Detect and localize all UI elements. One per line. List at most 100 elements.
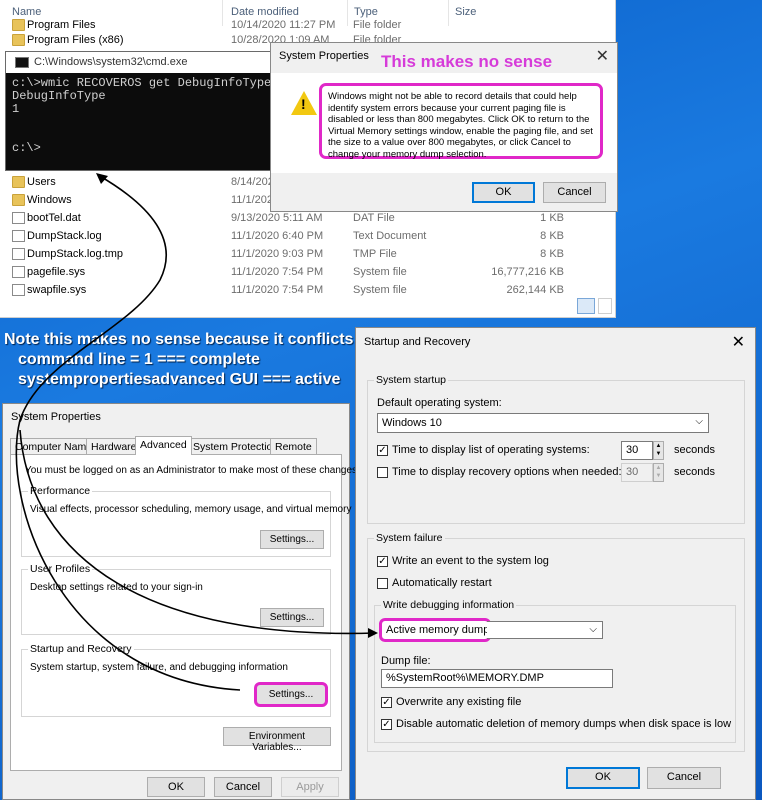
file-name: DumpStack.log.tmp [27,248,123,260]
cmd-title: C:\Windows\system32\cmd.exe [34,56,188,68]
environment-variables-button[interactable]: Environment Variables... [223,727,331,753]
folder-icon [12,194,25,206]
cmd-window[interactable]: C:\Windows\system32\cmd.exe c:\>wmic REC… [5,51,287,171]
default-os-label: Default operating system: [377,397,502,409]
overwrite-label: Overwrite any existing file [396,696,522,708]
time-list-checkbox[interactable]: ✓ [377,445,388,456]
file-type: File folder [353,19,402,31]
tab-hardware[interactable]: Hardware [86,438,142,454]
file-name: pagefile.sys [27,266,86,278]
list-item[interactable]: swapfile.sys 11/1/2020 7:54 PM System fi… [12,282,572,300]
time-recovery-spinner[interactable]: ▲ ▼ [653,463,664,482]
close-icon[interactable]: ✕ [596,46,609,66]
folder-icon [12,34,25,46]
admin-note: You must be logged on as an Administrato… [25,465,360,476]
user-profiles-settings-button[interactable]: Settings... [260,608,324,627]
list-item[interactable]: pagefile.sys 11/1/2020 7:54 PM System fi… [12,264,572,282]
file-size: 16,777,216 KB [491,266,564,278]
close-icon[interactable]: ✕ [732,332,745,352]
dump-file-input[interactable]: %SystemRoot%\MEMORY.DMP [381,669,613,688]
ok-button[interactable]: OK [566,767,640,789]
apply-button[interactable]: Apply [281,777,339,797]
file-icon [12,230,25,242]
group-desc: System startup, system failure, and debu… [30,662,288,673]
performance-settings-button[interactable]: Settings... [260,530,324,549]
file-size: 262,144 KB [506,284,565,296]
time-recovery-input[interactable]: 30 [621,463,653,482]
ok-button[interactable]: OK [472,182,535,203]
file-name: swapfile.sys [27,284,87,296]
time-list-input[interactable]: 30 [621,441,653,460]
tab-computer-name[interactable]: Computer Name [10,438,98,454]
write-event-label: Write an event to the system log [392,555,549,567]
file-date: 11/1/2020 9:03 PM [231,248,324,260]
auto-restart-label: Automatically restart [392,577,492,589]
advanced-tab-panel: You must be logged on as an Administrato… [10,454,360,771]
list-item[interactable]: bootTel.dat 9/13/2020 5:11 AM DAT File 1… [12,210,572,228]
ok-button[interactable]: OK [147,777,205,797]
cmd-title-bar[interactable]: C:\Windows\system32\cmd.exe [6,52,286,73]
folder-icon [12,176,25,188]
file-name: Users [27,176,56,188]
file-icon [12,248,25,260]
tab-system-protection[interactable]: System Protection [188,438,284,454]
system-properties-dialog: System Properties Computer Name Hardware… [2,403,360,800]
file-size: 8 KB [540,230,564,242]
file-date: 11/1/2020 7:54 PM [231,284,324,296]
cmd-line: 1 [12,102,20,116]
seconds-label: seconds [674,466,715,478]
note-line: Note this makes no sense because it conf… [4,331,354,348]
time-list-spinner[interactable]: ▲ ▼ [653,441,664,460]
dialog-body: ! Windows might not be able to record de… [271,73,617,173]
cancel-button[interactable]: Cancel [543,182,606,203]
startup-recovery-settings-button[interactable]: Settings... [254,682,328,707]
large-icons-view-icon[interactable] [598,298,612,314]
disable-auto-delete-checkbox[interactable]: ✓ [381,719,392,730]
auto-restart-checkbox[interactable] [377,578,388,589]
file-icon [12,284,25,296]
cmd-line: c:\>wmic RECOVEROS get DebugInfoType [12,76,272,90]
cancel-button[interactable]: Cancel [214,777,272,797]
dump-type-select[interactable]: Active memory dump [379,618,491,642]
write-event-checkbox[interactable]: ✓ [377,556,388,567]
file-date: 11/1/2020 7:54 PM [231,266,324,278]
details-view-icon[interactable] [577,298,595,314]
file-size: 8 KB [540,248,564,260]
dialog-title: System Properties [11,411,101,423]
overwrite-checkbox[interactable]: ✓ [381,697,392,708]
group-label: Write debugging information [381,599,517,611]
cancel-button[interactable]: Cancel [647,767,721,789]
chevron-down-icon: ⌵ [695,416,703,427]
tab-remote[interactable]: Remote [270,438,317,454]
cmd-output[interactable]: c:\>wmic RECOVEROS get DebugInfoType Deb… [6,73,286,159]
warning-icon: ! [291,91,317,115]
default-os-select[interactable]: Windows 10 ⌵ [377,413,709,433]
chevron-down-icon: ⌵ [589,624,597,635]
file-type: System file [353,266,407,278]
disable-auto-delete-label: Disable automatic deletion of memory dum… [396,718,732,730]
file-type: Text Document [353,230,427,242]
time-recovery-label: Time to display recovery options when ne… [392,466,622,478]
dump-type-dropdown[interactable]: ⌵ [487,621,603,639]
cmd-line: DebugInfoType [12,89,106,103]
file-date: 11/1/2020 6:40 PM [231,230,324,242]
list-item[interactable]: DumpStack.log.tmp 11/1/2020 9:03 PM TMP … [12,246,572,264]
file-size: 1 KB [540,212,564,224]
time-recovery-checkbox[interactable] [377,467,388,478]
dialog-title: System Properties [279,50,369,62]
file-name: Windows [27,194,72,206]
file-name: bootTel.dat [27,212,81,224]
file-type: TMP File [353,248,397,260]
list-item[interactable]: DumpStack.log 11/1/2020 6:40 PM Text Doc… [12,228,572,246]
file-icon [12,212,25,224]
startup-recovery-dialog: Startup and Recovery ✕ System startup De… [355,327,756,800]
file-name: Program Files (x86) [27,34,124,46]
file-name: Program Files [27,19,96,31]
write-debug-group: Write debugging information Active memor… [374,599,736,743]
group-label: User Profiles [28,563,93,575]
tab-advanced[interactable]: Advanced [135,436,192,455]
note-line: systempropertiesadvanced GUI === active [18,371,341,388]
dump-file-label: Dump file: [381,655,431,667]
group-label: Startup and Recovery [28,643,134,655]
file-icon [12,266,25,278]
